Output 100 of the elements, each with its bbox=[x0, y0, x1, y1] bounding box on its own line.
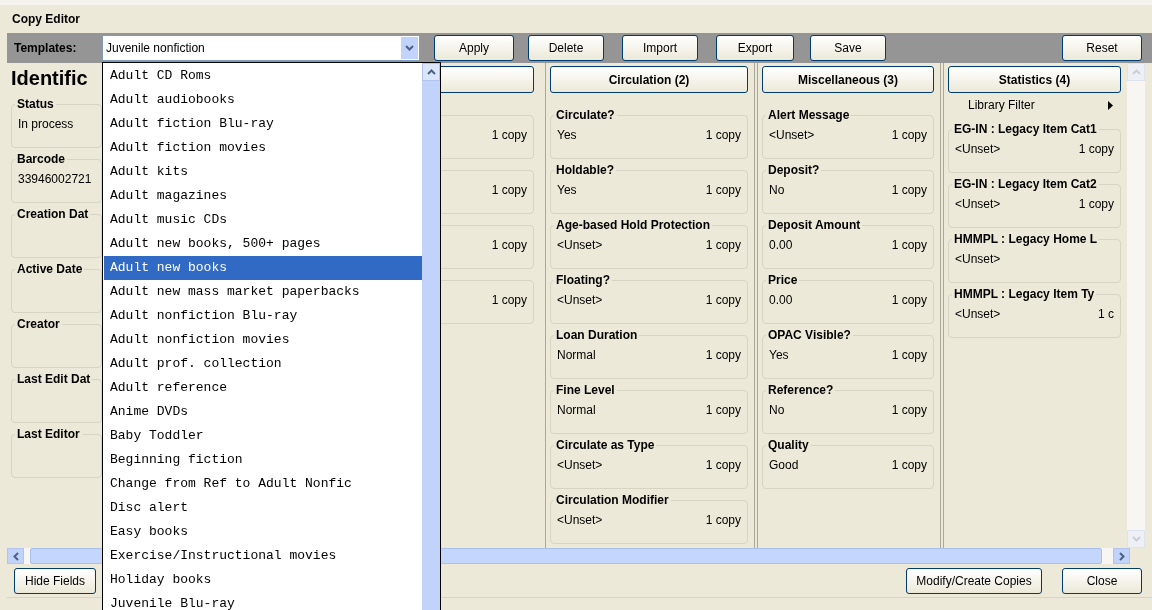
apply-button[interactable]: Apply bbox=[434, 35, 514, 61]
template-option[interactable]: Baby Toddler bbox=[104, 424, 422, 448]
template-option[interactable]: Disc alert bbox=[104, 496, 422, 520]
template-option[interactable]: Adult new books, 500+ pages bbox=[104, 232, 422, 256]
reset-button[interactable]: Reset bbox=[1062, 35, 1142, 61]
field-value[interactable]: Normal bbox=[557, 403, 596, 417]
template-option[interactable]: Adult magazines bbox=[104, 184, 422, 208]
copy-count: 1 copy bbox=[891, 293, 927, 309]
template-option[interactable]: Juvenile Blu-ray bbox=[104, 592, 422, 610]
field-value[interactable]: <Unset> bbox=[557, 513, 603, 527]
template-option[interactable]: Holiday books bbox=[104, 568, 422, 592]
field-value[interactable]: 0.00 bbox=[769, 238, 793, 252]
copy-count: 1 copy bbox=[891, 403, 927, 419]
template-option[interactable]: Adult reference bbox=[104, 376, 422, 400]
field-value[interactable]: Yes bbox=[557, 128, 577, 142]
field-label: Age-based Hold Protection bbox=[554, 218, 712, 232]
field-label: Deposit Amount bbox=[766, 218, 863, 232]
field-value[interactable]: <Unset> bbox=[557, 238, 603, 252]
copy-count: 1 copy bbox=[491, 183, 527, 199]
template-option[interactable]: Adult kits bbox=[104, 160, 422, 184]
export-button[interactable]: Export bbox=[716, 35, 794, 61]
field-value[interactable]: <Unset> bbox=[955, 252, 1001, 266]
field-value[interactable]: No bbox=[769, 183, 785, 197]
copy-count: 1 copy bbox=[1078, 197, 1114, 213]
field-value[interactable]: <Unset> bbox=[955, 307, 1001, 321]
field-label: Fine Level bbox=[554, 383, 617, 397]
copy-count: 1 copy bbox=[891, 128, 927, 144]
field-label: Last Edit Dat bbox=[15, 372, 93, 386]
field-label: Floating? bbox=[554, 273, 612, 287]
field-value[interactable]: <Unset> bbox=[955, 197, 1001, 211]
field-label: HMMPL : Legacy Item Ty bbox=[952, 287, 1097, 301]
field-label: Last Editor bbox=[15, 427, 82, 441]
template-option[interactable]: Easy books bbox=[104, 520, 422, 544]
template-option[interactable]: Exercise/Instructional movies bbox=[104, 544, 422, 568]
section-header-button[interactable]: Circulation (2) bbox=[550, 66, 748, 93]
field-value[interactable]: 33946002721 bbox=[18, 172, 92, 186]
field-value[interactable]: In process bbox=[18, 117, 74, 131]
field-value[interactable]: No bbox=[769, 403, 785, 417]
section-header-button[interactable]: Miscellaneous (3) bbox=[762, 66, 934, 93]
field-value[interactable]: Yes bbox=[557, 183, 577, 197]
import-button[interactable]: Import bbox=[622, 35, 698, 61]
section-header-button[interactable]: Statistics (4) bbox=[948, 66, 1121, 93]
scroll-left-icon[interactable] bbox=[7, 548, 24, 564]
template-option[interactable]: Adult audiobooks bbox=[104, 88, 422, 112]
copy-count: 1 copy bbox=[705, 348, 741, 364]
copy-count: 1 copy bbox=[705, 238, 741, 254]
copy-count: 1 copy bbox=[891, 458, 927, 474]
template-option[interactable]: Adult new books bbox=[104, 256, 422, 280]
template-option[interactable]: Adult music CDs bbox=[104, 208, 422, 232]
template-option[interactable]: Adult new mass market paperbacks bbox=[104, 280, 422, 304]
save-button[interactable]: Save bbox=[810, 35, 886, 61]
section-heading: Identific bbox=[11, 66, 89, 91]
copy-count: 1 c bbox=[1098, 307, 1114, 323]
modify-copies-button[interactable]: Modify/Create Copies bbox=[906, 567, 1042, 594]
template-option[interactable]: Adult nonfiction movies bbox=[104, 328, 422, 352]
template-option[interactable]: Adult CD Roms bbox=[104, 64, 422, 88]
copy-count: 1 copy bbox=[705, 183, 741, 199]
template-option[interactable]: Adult prof. collection bbox=[104, 352, 422, 376]
template-option[interactable]: Change from Ref to Adult Nonfic bbox=[104, 472, 422, 496]
library-filter-menu[interactable]: Library Filter bbox=[968, 96, 1113, 114]
field-value[interactable]: <Unset> bbox=[557, 293, 603, 307]
template-option[interactable]: Anime DVDs bbox=[104, 400, 422, 424]
field-label: Barcode bbox=[15, 152, 68, 166]
field-label: Alert Message bbox=[766, 108, 852, 122]
field-label: Creation Dat bbox=[15, 207, 91, 221]
field-label: Holdable? bbox=[554, 163, 616, 177]
field-label: Loan Duration bbox=[554, 328, 640, 342]
copy-count: 1 copy bbox=[705, 513, 741, 529]
hide-fields-button[interactable]: Hide Fields bbox=[14, 567, 96, 594]
template-option[interactable]: Adult fiction movies bbox=[104, 136, 422, 160]
copy-count: 1 copy bbox=[891, 183, 927, 199]
template-option[interactable]: Adult fiction Blu-ray bbox=[104, 112, 422, 136]
field-value[interactable]: Yes bbox=[769, 348, 789, 362]
field-label: Reference? bbox=[766, 383, 836, 397]
template-option[interactable]: Adult nonfiction Blu-ray bbox=[104, 304, 422, 328]
field-value[interactable]: Good bbox=[769, 458, 799, 472]
template-select[interactable]: Juvenile nonfiction bbox=[102, 35, 420, 61]
field-value[interactable]: <Unset> bbox=[955, 142, 1001, 156]
field-value[interactable]: 0.00 bbox=[769, 293, 793, 307]
field-value[interactable]: Normal bbox=[557, 348, 596, 362]
field-label: Quality bbox=[766, 438, 811, 452]
copy-count: 1 copy bbox=[705, 403, 741, 419]
template-option[interactable]: Beginning fiction bbox=[104, 448, 422, 472]
field-value[interactable]: <Unset> bbox=[557, 458, 603, 472]
field-label: EG-IN : Legacy Item Cat2 bbox=[952, 177, 1099, 191]
list-scrollbar[interactable] bbox=[422, 63, 440, 610]
window-title: Copy Editor bbox=[12, 11, 80, 28]
submenu-arrow-icon bbox=[1108, 100, 1113, 110]
field-label: Status bbox=[15, 97, 56, 111]
copy-count: 1 copy bbox=[1078, 142, 1114, 158]
field-value[interactable]: <Unset> bbox=[769, 128, 815, 142]
copy-count: 1 copy bbox=[891, 348, 927, 364]
scroll-up-icon[interactable] bbox=[422, 63, 440, 81]
copy-count: 1 copy bbox=[705, 128, 741, 144]
copy-count: 1 copy bbox=[491, 293, 527, 309]
delete-button[interactable]: Delete bbox=[528, 35, 604, 61]
field-label: OPAC Visible? bbox=[766, 328, 853, 342]
copy-count: 1 copy bbox=[491, 128, 527, 144]
scroll-right-icon[interactable] bbox=[1113, 548, 1130, 564]
close-button[interactable]: Close bbox=[1062, 567, 1142, 594]
